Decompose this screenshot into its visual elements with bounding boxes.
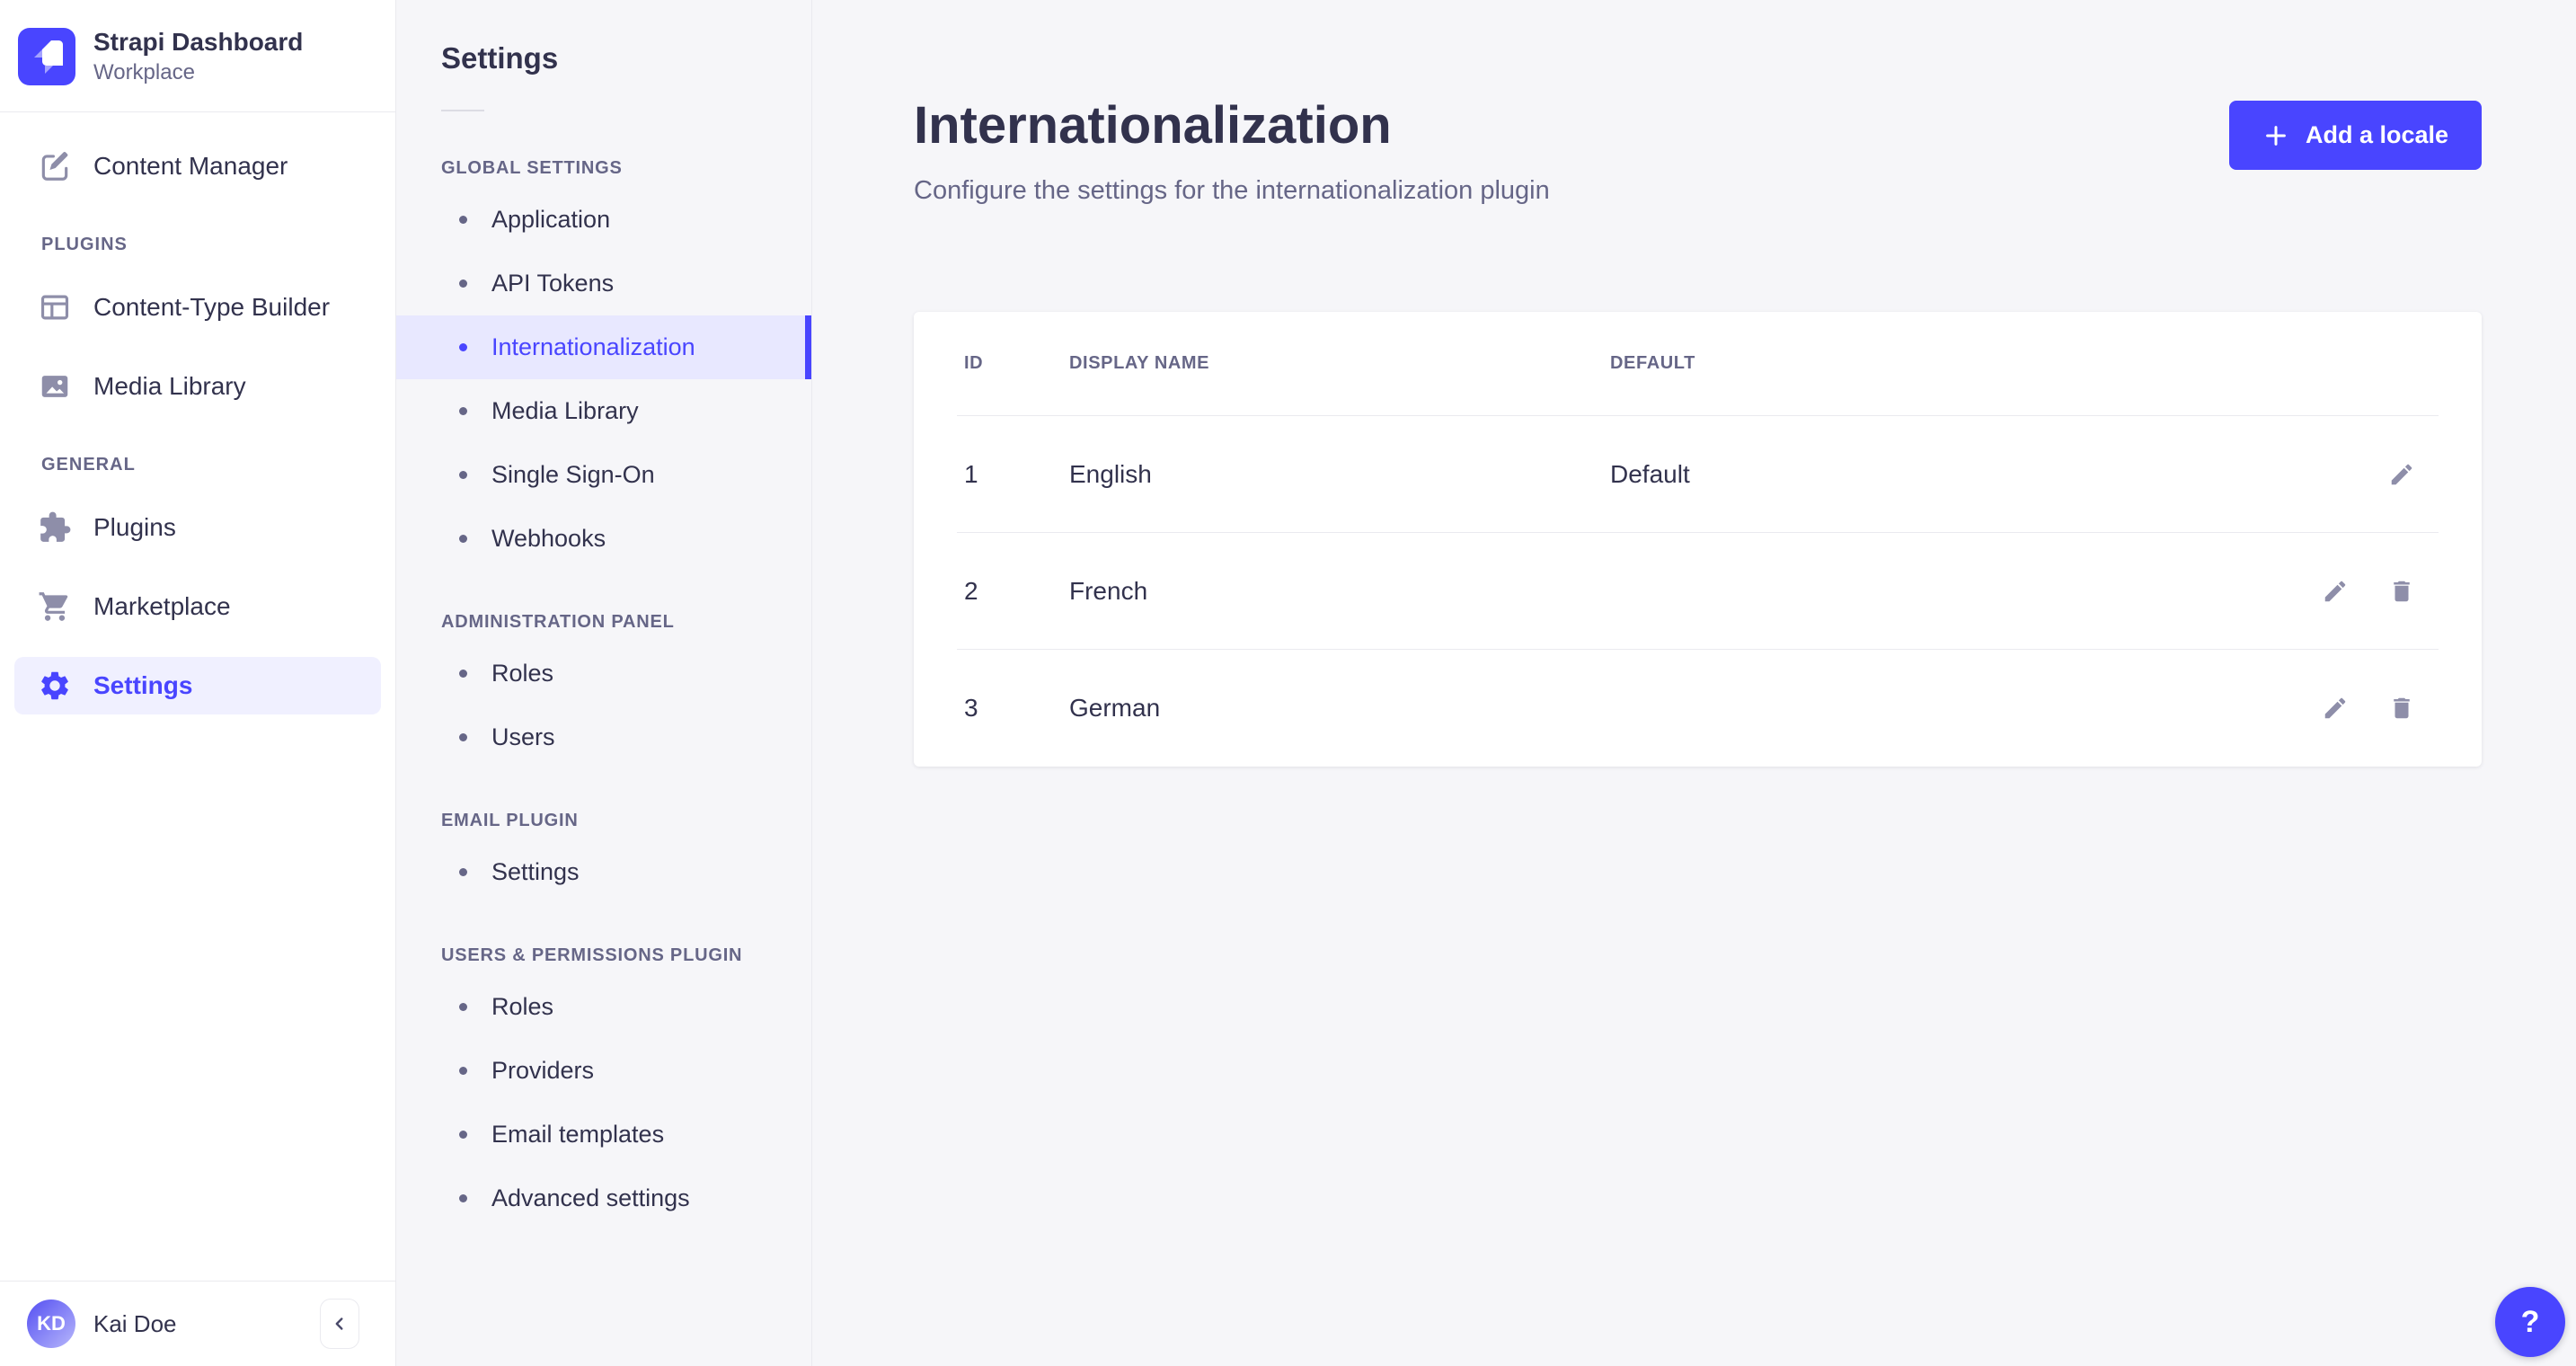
subnav-section-users-permissions-plugin: USERS & PERMISSIONS PLUGIN: [441, 945, 743, 965]
gear-icon: [41, 671, 68, 700]
sidebar-item-label: Content-Type Builder: [93, 293, 331, 321]
edit-locale-button[interactable]: [2381, 454, 2422, 495]
table-header-row: ID DISPLAY NAME DEFAULT: [957, 312, 2439, 416]
subnav-item-email-templates[interactable]: Email templates: [396, 1103, 811, 1166]
pencil-icon: [2391, 464, 2412, 484]
bullet-icon: [459, 535, 467, 543]
user-name: Kai Doe: [93, 1309, 177, 1337]
subnav-title: Settings: [441, 41, 559, 75]
bullet-icon: [459, 670, 467, 678]
bullet-icon: [459, 1131, 467, 1139]
sidebar-item-label: Plugins: [93, 513, 176, 541]
subnav-item-media-library[interactable]: Media Library: [396, 379, 811, 443]
plus-icon: [2266, 125, 2286, 146]
bullet-icon: [459, 1003, 467, 1011]
image-icon: [41, 376, 68, 397]
bullet-icon: [459, 407, 467, 415]
edit-locale-button[interactable]: [2315, 687, 2356, 729]
locales-table: ID DISPLAY NAME DEFAULT 1 English Defaul…: [914, 312, 2482, 767]
cell-id: 2: [964, 576, 978, 605]
sidebar-footer: KD Kai Doe: [0, 1281, 395, 1366]
cell-display-name: English: [1069, 459, 1152, 488]
delete-locale-button[interactable]: [2381, 571, 2422, 612]
sidebar-item-plugins[interactable]: Plugins: [14, 499, 381, 556]
subnav-item-advanced-settings[interactable]: Advanced settings: [396, 1166, 811, 1230]
subnav-section-email-plugin: EMAIL PLUGIN: [441, 811, 579, 830]
divider: [441, 110, 484, 111]
nav-section-general: GENERAL: [41, 455, 136, 475]
add-locale-label: Add a locale: [2305, 121, 2448, 148]
subnav-item-single-sign-on[interactable]: Single Sign-On: [396, 443, 811, 507]
layout-icon: [40, 295, 69, 320]
column-header-display-name: DISPLAY NAME: [1069, 353, 1210, 373]
page-subtitle: Configure the settings for the internati…: [914, 176, 1550, 205]
cell-default: Default: [1610, 459, 1690, 488]
bullet-icon: [459, 216, 467, 224]
sidebar-item-label: Content Manager: [93, 152, 288, 180]
workspace-header[interactable]: Strapi Dashboard Workplace: [0, 0, 395, 111]
cell-display-name: German: [1069, 694, 1161, 722]
avatar[interactable]: KD: [27, 1299, 75, 1348]
bullet-icon: [459, 279, 467, 288]
page-header: Internationalization Configure the setti…: [813, 0, 2576, 206]
table-row: 3 German: [957, 650, 2439, 767]
subnav-item-users[interactable]: Users: [396, 705, 811, 769]
subnav-item-up-roles[interactable]: Roles: [396, 975, 811, 1039]
sidebar-item-label: Settings: [93, 671, 193, 699]
sidebar-item-content-type-builder[interactable]: Content-Type Builder: [14, 279, 381, 336]
subnav-item-internationalization[interactable]: Internationalization: [396, 315, 811, 379]
workspace-name: Workplace: [93, 60, 195, 84]
cell-id: 3: [964, 694, 978, 722]
subnav-item-roles[interactable]: Roles: [396, 642, 811, 705]
page-title: Internationalization: [914, 96, 1392, 155]
table-row: 1 English Default: [957, 416, 2439, 533]
strapi-logo-icon: [18, 28, 75, 85]
main-navigation: Content Manager PLUGINS Content-Type Bui…: [0, 112, 395, 714]
sidebar-item-content-manager[interactable]: Content Manager: [14, 137, 381, 195]
cart-icon: [39, 592, 68, 621]
column-header-default: DEFAULT: [1610, 353, 1695, 373]
add-locale-button[interactable]: Add a locale: [2228, 101, 2482, 170]
delete-locale-button[interactable]: [2381, 687, 2422, 729]
trash-icon: [2394, 581, 2410, 601]
sidebar-item-label: Marketplace: [93, 592, 231, 620]
nav-section-plugins: PLUGINS: [41, 235, 128, 254]
settings-subnav: Settings GLOBAL SETTINGS Application API…: [396, 0, 812, 1366]
pen-square-icon: [41, 152, 68, 181]
subnav-item-providers[interactable]: Providers: [396, 1039, 811, 1103]
bullet-icon: [459, 471, 467, 479]
sidebar-item-settings[interactable]: Settings: [14, 657, 381, 714]
subnav-section-global-settings: GLOBAL SETTINGS: [441, 158, 623, 178]
sidebar-item-marketplace[interactable]: Marketplace: [14, 578, 381, 635]
sidebar-item-label: Media Library: [93, 372, 246, 400]
cell-display-name: French: [1069, 576, 1148, 605]
app-title: Strapi Dashboard: [93, 28, 304, 56]
sidebar-item-media-library[interactable]: Media Library: [14, 358, 381, 415]
edit-locale-button[interactable]: [2315, 571, 2356, 612]
help-button[interactable]: ?: [2495, 1287, 2565, 1357]
column-header-id: ID: [964, 353, 984, 373]
pencil-icon: [2324, 697, 2346, 719]
collapse-sidebar-button[interactable]: [320, 1299, 359, 1349]
main-content: Internationalization Configure the setti…: [813, 0, 2576, 1366]
app-sidebar: Strapi Dashboard Workplace Content Manag…: [0, 0, 396, 1366]
trash-icon: [2394, 697, 2410, 719]
cell-id: 1: [964, 459, 978, 488]
bullet-icon: [459, 868, 467, 876]
subnav-item-webhooks[interactable]: Webhooks: [396, 507, 811, 571]
subnav-item-application[interactable]: Application: [396, 188, 811, 252]
puzzle-icon: [40, 511, 71, 542]
subnav-item-api-tokens[interactable]: API Tokens: [396, 252, 811, 315]
bullet-icon: [459, 1194, 467, 1202]
subnav-section-administration-panel: ADMINISTRATION PANEL: [441, 612, 675, 632]
bullet-icon: [459, 733, 467, 741]
table-row: 2 French: [957, 533, 2439, 650]
chevron-left-icon: [335, 1317, 343, 1330]
pencil-icon: [2324, 581, 2346, 601]
bullet-icon: [459, 1067, 467, 1075]
subnav-item-email-settings[interactable]: Settings: [396, 840, 811, 904]
bullet-icon: [459, 343, 467, 351]
